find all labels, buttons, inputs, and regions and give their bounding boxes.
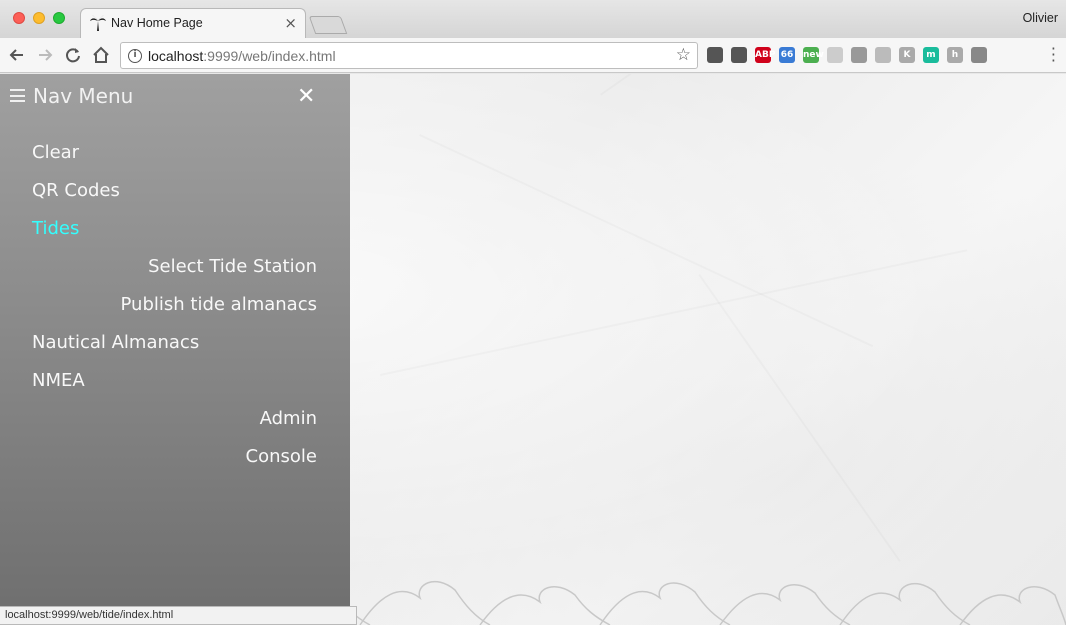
tab-close-icon[interactable]: ×	[284, 14, 297, 32]
nav-item-console[interactable]: Console	[246, 446, 317, 467]
nav-item-publish-tide-almanacs[interactable]: Publish tide almanacs	[121, 294, 317, 315]
nav-item-nmea[interactable]: NMEA	[32, 370, 85, 391]
palm-tree-icon	[90, 15, 106, 31]
badge-66-icon[interactable]: 66	[779, 47, 795, 63]
hamburger-menu-icon[interactable]	[10, 89, 25, 102]
maximize-window-button[interactable]	[53, 12, 65, 24]
adblock-icon[interactable]: ABP	[755, 47, 775, 63]
pocket-ext-icon[interactable]	[971, 47, 987, 63]
nav-item-tides[interactable]: Tides	[32, 218, 79, 239]
cube-ext-icon[interactable]	[875, 47, 891, 63]
minimize-window-button[interactable]	[33, 12, 45, 24]
circle-ext-icon[interactable]	[827, 47, 843, 63]
nav-item-clear[interactable]: Clear	[32, 142, 79, 163]
title-bar: Nav Home Page × Olivier	[0, 0, 1066, 38]
address-bar[interactable]: i localhost:9999/web/index.html ☆	[120, 42, 698, 69]
profile-name[interactable]: Olivier	[1023, 11, 1058, 25]
info-icon[interactable]: i	[128, 49, 142, 63]
new-tab-button[interactable]	[308, 16, 348, 34]
back-arrow-icon[interactable]	[6, 44, 28, 66]
forward-arrow-icon[interactable]	[34, 44, 56, 66]
page-viewport: Nav Menu ✕ Clear QR Codes Tides Select Tide…	[0, 74, 1066, 625]
side-nav-panel: Nav Menu ✕ Clear QR Codes Tides Select Tide…	[0, 74, 350, 625]
h-ext-icon[interactable]: h	[947, 47, 963, 63]
bug-icon[interactable]	[731, 47, 747, 63]
tab-title: Nav Home Page	[111, 16, 203, 30]
nav-item-admin[interactable]: Admin	[260, 408, 317, 429]
close-nav-icon[interactable]: ✕	[297, 84, 315, 110]
evernote-icon[interactable]	[707, 47, 723, 63]
url-text[interactable]: localhost:9999/web/index.html	[148, 48, 336, 64]
nav-item-select-tide-station[interactable]: Select Tide Station	[148, 256, 317, 277]
more-menu-icon[interactable]: · · ·	[1051, 41, 1056, 69]
nav-item-qr-codes[interactable]: QR Codes	[32, 180, 120, 201]
browser-toolbar: i localhost:9999/web/index.html ☆ ABP 66 n…	[0, 38, 1066, 73]
home-icon[interactable]	[90, 44, 112, 66]
browser-tab[interactable]: Nav Home Page ×	[80, 8, 306, 38]
bookmark-star-icon[interactable]: ☆	[676, 45, 691, 65]
m-ext-icon[interactable]: m	[923, 47, 939, 63]
close-window-button[interactable]	[13, 12, 25, 24]
nav-item-nautical-almanacs[interactable]: Nautical Almanacs	[32, 332, 199, 353]
k-ext-icon[interactable]: K	[899, 47, 915, 63]
reload-icon[interactable]	[62, 44, 84, 66]
square-ext-icon[interactable]	[851, 47, 867, 63]
status-bar: localhost:9999/web/tide/index.html	[0, 606, 357, 625]
new-badge-icon[interactable]: new	[803, 47, 824, 63]
nav-title: Nav Menu	[33, 84, 134, 108]
